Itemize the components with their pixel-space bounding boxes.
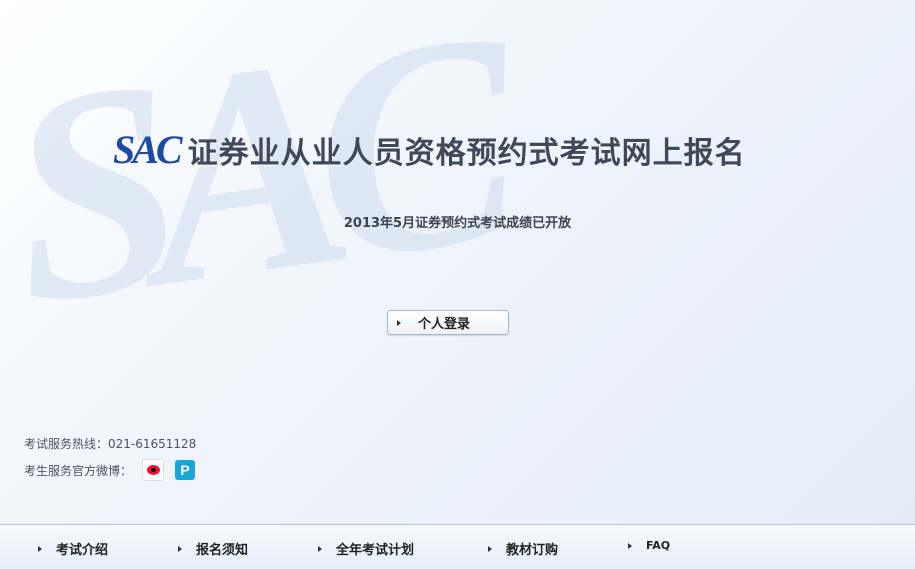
login-button-label: 个人登录 — [418, 317, 471, 332]
nav-annual-plan[interactable]: 全年考试计划 — [318, 539, 414, 558]
sac-watermark: SAC — [0, 0, 508, 368]
weibo-label: 考生服务官方微博： — [24, 463, 133, 478]
sac-logo: SAC — [113, 127, 183, 172]
service-hotline: 考试服务热线：021-61651128 — [24, 437, 197, 451]
triangle-right-icon — [318, 545, 322, 552]
nav-textbook-order[interactable]: 教材订购 — [488, 539, 558, 558]
triangle-right-icon — [178, 545, 182, 552]
triangle-right-icon — [628, 542, 632, 549]
footer-nav: 考试介绍 报名须知 全年考试计划 教材订购 FAQ — [0, 524, 915, 569]
page: SAC SAC 证券业从业人员资格预约式考试网上报名 2013年5月证券预约式考… — [0, 0, 915, 569]
sina-weibo-eye-icon — [146, 465, 160, 475]
nav-textbook-order-label: 教材订购 — [506, 543, 559, 558]
personal-login-button[interactable]: 个人登录 — [387, 310, 509, 335]
tencent-weibo-p-icon: P — [180, 462, 190, 478]
nav-registration-notes-label: 报名须知 — [196, 543, 249, 558]
sina-weibo-icon[interactable] — [142, 459, 165, 481]
nav-faq[interactable]: FAQ — [628, 539, 670, 552]
weibo-row: 考生服务官方微博： P — [24, 458, 196, 482]
nav-exam-intro[interactable]: 考试介绍 — [38, 539, 108, 558]
page-title: 证券业从业人员资格预约式考试网上报名 — [187, 136, 746, 171]
triangle-right-icon — [488, 545, 492, 552]
announcement-text: 2013年5月证券预约式考试成绩已开放 — [343, 216, 572, 231]
page-header: SAC 证券业从业人员资格预约式考试网上报名 — [113, 128, 746, 172]
nav-registration-notes[interactable]: 报名须知 — [178, 539, 248, 558]
triangle-right-icon — [38, 545, 42, 552]
nav-faq-label: FAQ — [646, 539, 671, 552]
nav-annual-plan-label: 全年考试计划 — [336, 543, 415, 558]
nav-exam-intro-label: 考试介绍 — [56, 543, 109, 558]
tencent-weibo-icon[interactable]: P — [175, 460, 196, 480]
triangle-right-icon — [397, 319, 401, 326]
